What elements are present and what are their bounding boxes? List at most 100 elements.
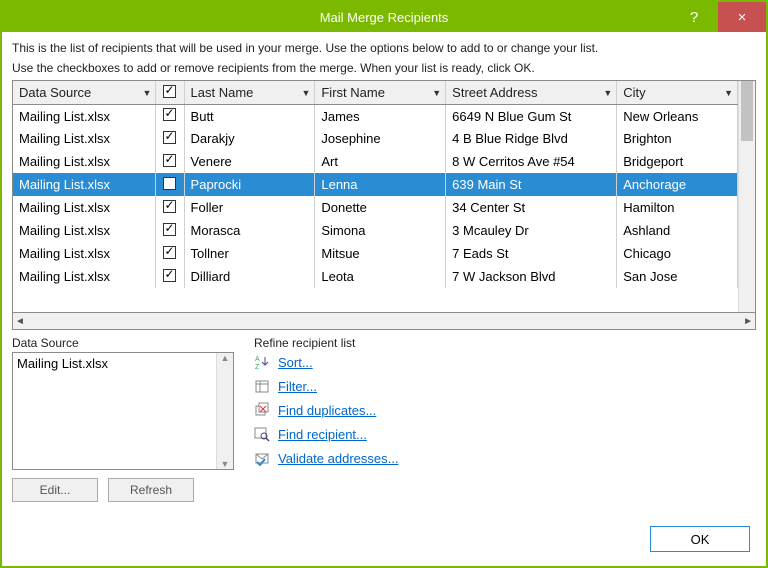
cell-street: 639 Main St [446, 173, 617, 196]
dialog-body: This is the list of recipients that will… [2, 32, 766, 566]
col-checkbox[interactable] [156, 81, 184, 104]
duplicates-icon [254, 402, 270, 418]
cell-checkbox[interactable] [156, 150, 184, 173]
close-button[interactable]: × [718, 2, 766, 32]
cell-checkbox[interactable] [156, 265, 184, 288]
row-checkbox[interactable] [163, 223, 176, 236]
refine-label: Refine recipient list [254, 336, 756, 350]
row-checkbox[interactable] [163, 177, 176, 190]
cell-first-name: Josephine [315, 127, 446, 150]
filter-icon [254, 378, 270, 394]
table-row[interactable]: Mailing List.xlsxDilliardLeota7 W Jackso… [13, 265, 738, 288]
col-data-source[interactable]: Data Source▼ [13, 81, 156, 104]
cell-city: Chicago [617, 242, 738, 265]
cell-city: San Jose [617, 265, 738, 288]
find-icon [254, 426, 270, 442]
row-checkbox[interactable] [163, 200, 176, 213]
cell-data-source: Mailing List.xlsx [13, 150, 156, 173]
table-row[interactable]: Mailing List.xlsx ButtJames6649 N Blue Gu… [13, 104, 738, 127]
find-duplicates-link[interactable]: Find duplicates... [254, 402, 756, 418]
ok-button[interactable]: OK [650, 526, 750, 552]
row-checkbox[interactable] [163, 246, 176, 259]
table-row[interactable]: Mailing List.xlsxTollnerMitsue7 Eads StC… [13, 242, 738, 265]
window-controls: ? × [670, 2, 766, 32]
cell-checkbox[interactable] [156, 173, 184, 196]
cell-city: Ashland [617, 219, 738, 242]
data-source-label: Data Source [12, 336, 234, 350]
row-checkbox[interactable] [163, 108, 176, 121]
table-row[interactable]: Mailing List.xlsxMorascaSimona3 Mcauley … [13, 219, 738, 242]
cell-checkbox[interactable] [156, 127, 184, 150]
cell-first-name: Lenna [315, 173, 446, 196]
row-checkbox[interactable] [163, 154, 176, 167]
cell-street: 7 Eads St [446, 242, 617, 265]
sort-link[interactable]: AZ Sort... [254, 354, 756, 370]
list-scrollbar[interactable]: ▲▼ [216, 353, 233, 469]
scroll-right-icon[interactable]: ► [743, 316, 753, 327]
cell-last-name: Foller [184, 196, 315, 219]
sort-icon: AZ [254, 354, 270, 370]
cell-last-name: Butt [184, 104, 315, 127]
cell-checkbox[interactable] [156, 242, 184, 265]
cell-city: Hamilton [617, 196, 738, 219]
cell-street: 6649 N Blue Gum St [446, 104, 617, 127]
cell-city: Bridgeport [617, 150, 738, 173]
dropdown-icon: ▼ [432, 88, 441, 98]
cell-city: Brighton [617, 127, 738, 150]
col-city[interactable]: City▼ [617, 81, 738, 104]
cell-last-name: Venere [184, 150, 315, 173]
edit-button[interactable]: Edit... [12, 478, 98, 502]
dialog-footer: OK [12, 526, 756, 556]
col-first-name[interactable]: First Name▼ [315, 81, 446, 104]
row-checkbox[interactable] [163, 131, 176, 144]
help-button[interactable]: ? [670, 2, 718, 32]
col-last-name[interactable]: Last Name▼ [184, 81, 315, 104]
data-source-item[interactable]: Mailing List.xlsx [17, 356, 108, 371]
table-row[interactable]: Mailing List.xlsx PaprockiLenna639 Main S… [13, 173, 738, 196]
cell-first-name: Simona [315, 219, 446, 242]
scroll-left-icon[interactable]: ◄ [15, 316, 25, 327]
dropdown-icon: ▼ [724, 88, 733, 98]
cell-checkbox[interactable] [156, 219, 184, 242]
horizontal-scrollbar[interactable]: ◄► [12, 313, 756, 330]
titlebar: Mail Merge Recipients ? × [2, 2, 766, 32]
refresh-button[interactable]: Refresh [108, 478, 194, 502]
cell-checkbox[interactable] [156, 196, 184, 219]
data-source-panel: Data Source Mailing List.xlsx ▲▼ Edit...… [12, 336, 234, 526]
cell-street: 4 B Blue Ridge Blvd [446, 127, 617, 150]
cell-data-source: Mailing List.xlsx [13, 196, 156, 219]
cell-last-name: Paprocki [184, 173, 315, 196]
instruction-line-1: This is the list of recipients that will… [12, 40, 756, 56]
cell-checkbox[interactable] [156, 104, 184, 127]
vertical-scrollbar[interactable] [738, 81, 755, 312]
cell-street: 8 W Cerritos Ave #54 [446, 150, 617, 173]
col-street[interactable]: Street Address▼ [446, 81, 617, 104]
table-row[interactable]: Mailing List.xlsxFollerDonette34 Center … [13, 196, 738, 219]
cell-first-name: Mitsue [315, 242, 446, 265]
cell-data-source: Mailing List.xlsx [13, 104, 156, 127]
cell-data-source: Mailing List.xlsx [13, 127, 156, 150]
refine-panel: Refine recipient list AZ Sort... Filter.… [254, 336, 756, 526]
data-source-list[interactable]: Mailing List.xlsx ▲▼ [12, 352, 234, 470]
table-row[interactable]: Mailing List.xlsx DarakjyJosephine4 B Blu… [13, 127, 738, 150]
instruction-line-2: Use the checkboxes to add or remove reci… [12, 60, 756, 76]
row-checkbox[interactable] [163, 269, 176, 282]
cell-city: New Orleans [617, 104, 738, 127]
filter-link[interactable]: Filter... [254, 378, 756, 394]
table-row[interactable]: Mailing List.xlsx VenereArt8 W Cerritos A… [13, 150, 738, 173]
cell-city: Anchorage [617, 173, 738, 196]
cell-last-name: Darakjy [184, 127, 315, 150]
cell-first-name: Leota [315, 265, 446, 288]
cell-street: 34 Center St [446, 196, 617, 219]
cell-first-name: Art [315, 150, 446, 173]
find-recipient-link[interactable]: Find recipient... [254, 426, 756, 442]
cell-data-source: Mailing List.xlsx [13, 173, 156, 196]
dropdown-icon: ▼ [142, 88, 151, 98]
header-checkbox[interactable] [163, 85, 176, 98]
validate-link[interactable]: Validate addresses... [254, 450, 756, 466]
dropdown-icon: ▼ [301, 88, 310, 98]
scroll-thumb[interactable] [741, 81, 753, 141]
cell-last-name: Tollner [184, 242, 315, 265]
cell-data-source: Mailing List.xlsx [13, 265, 156, 288]
cell-first-name: James [315, 104, 446, 127]
